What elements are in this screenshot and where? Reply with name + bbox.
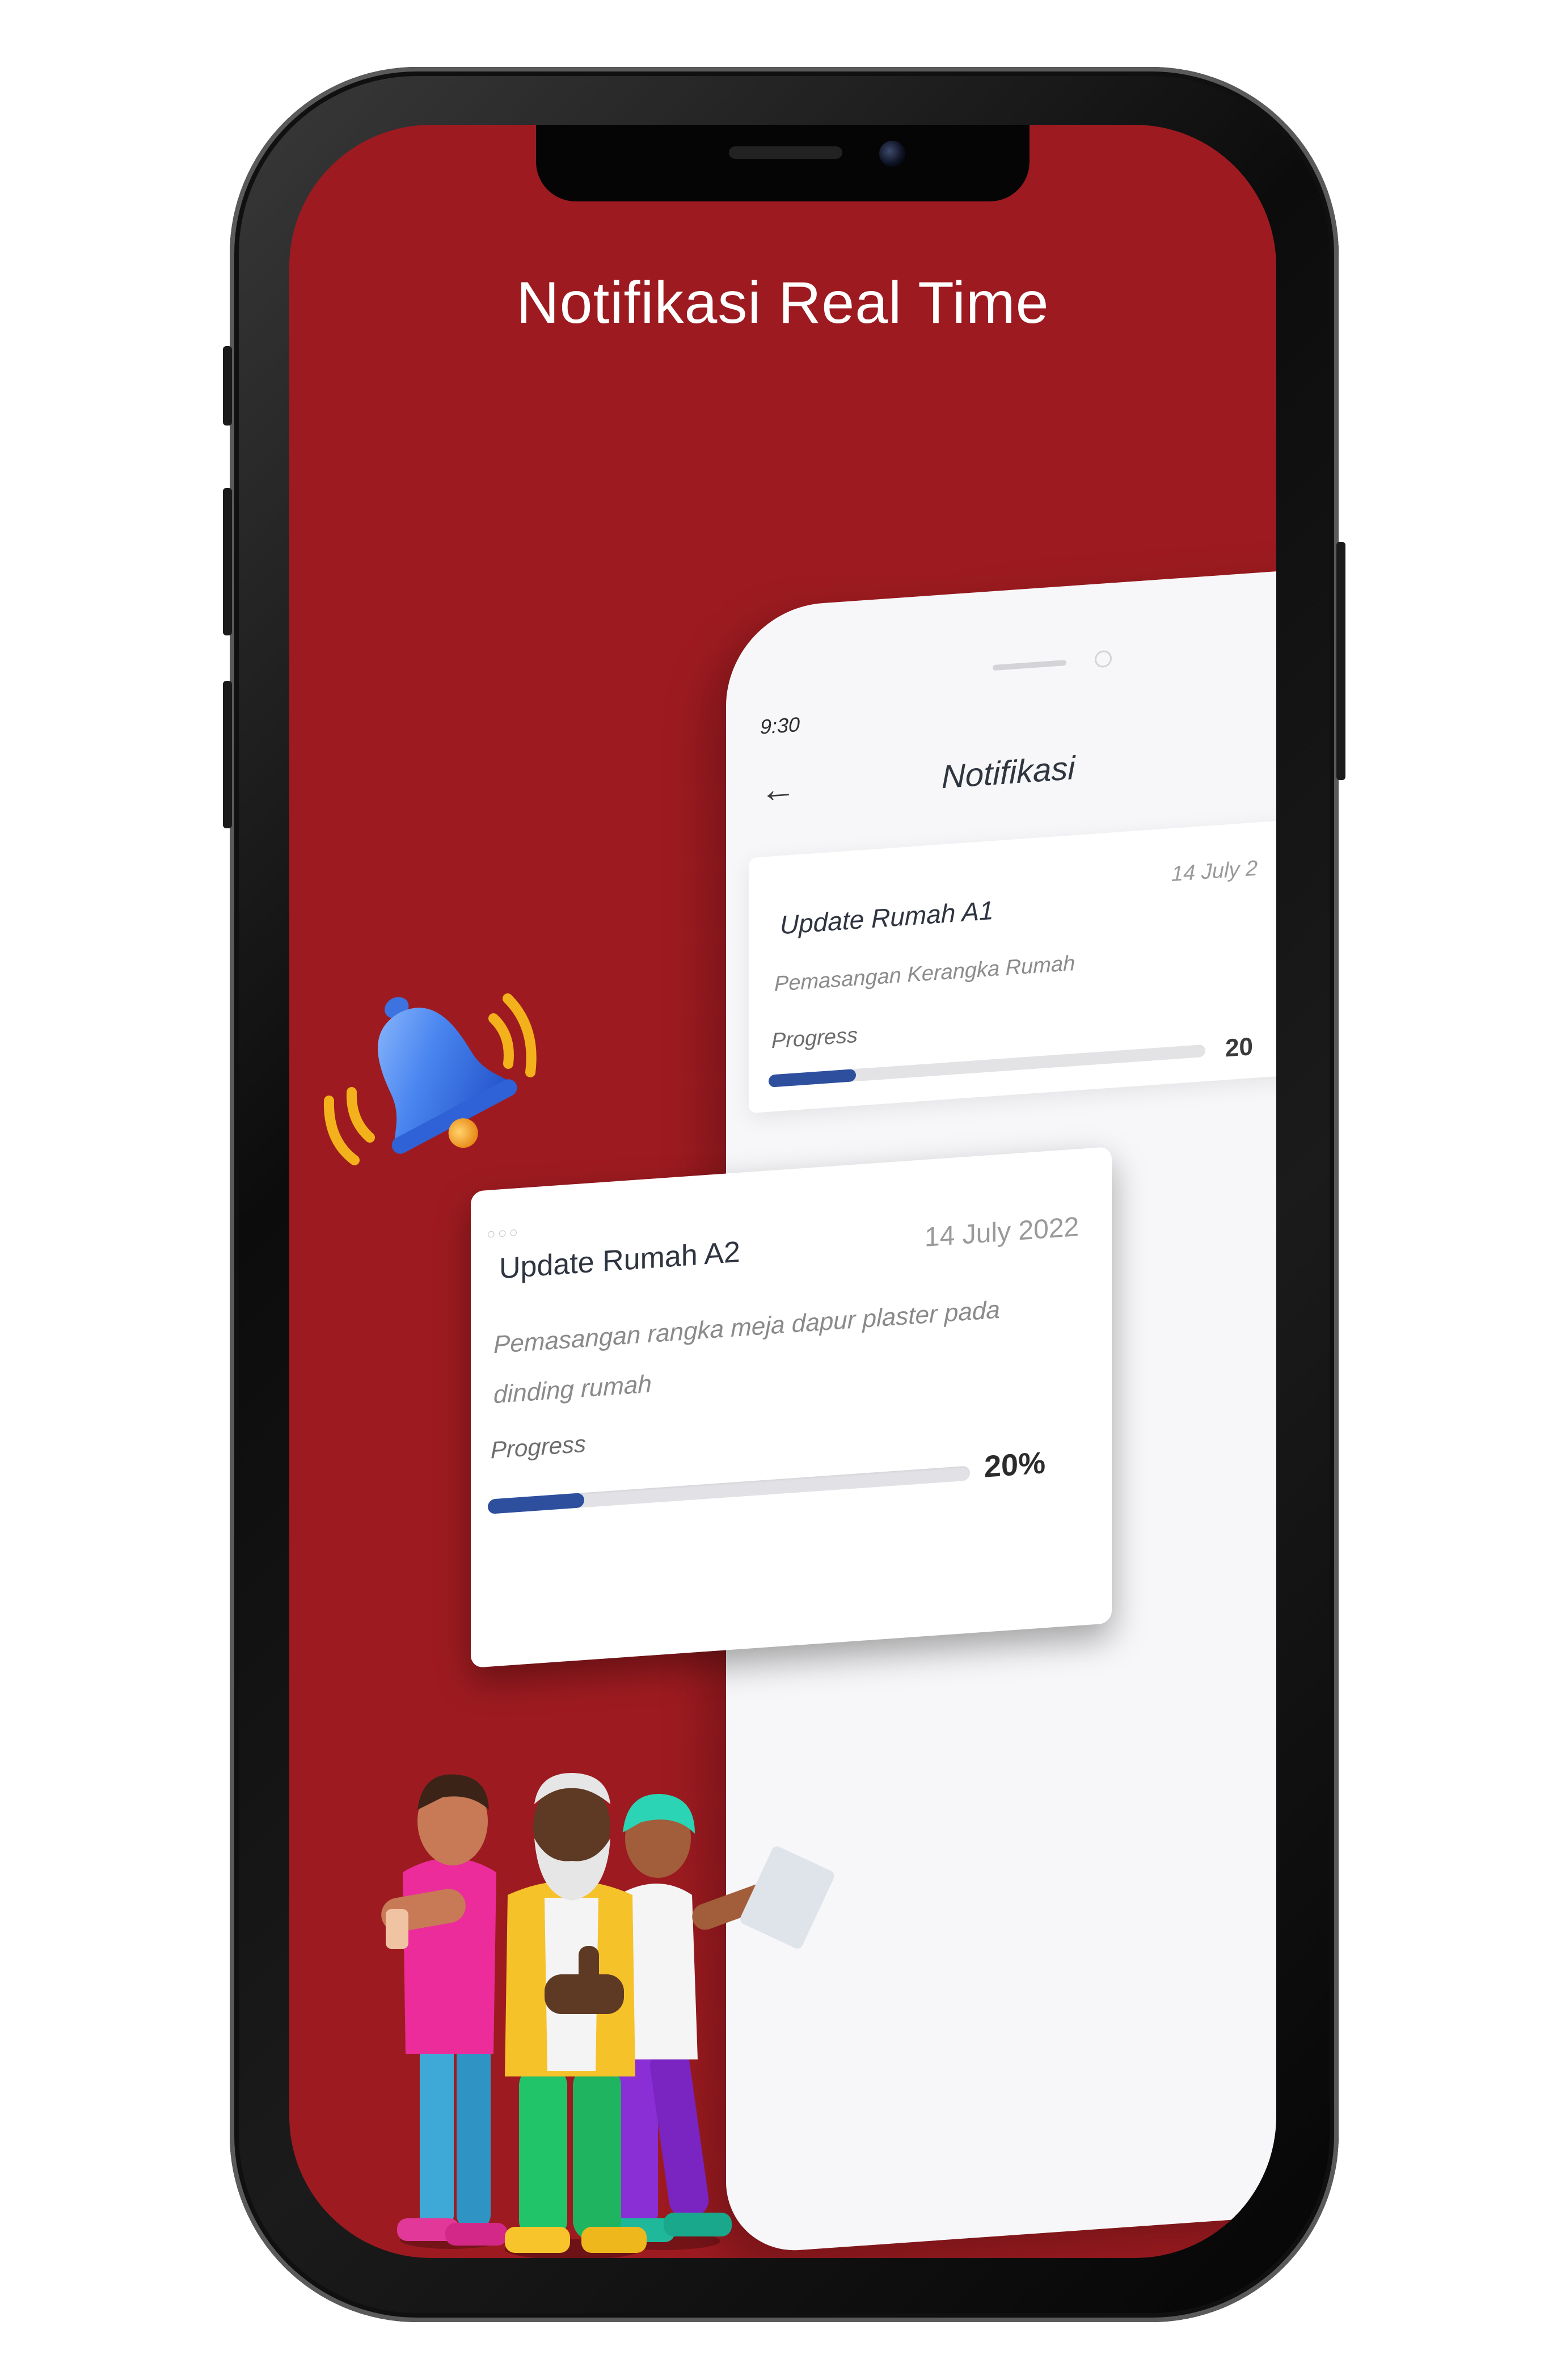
progress-label: Progress	[491, 1430, 587, 1464]
inner-camera	[1095, 650, 1112, 668]
progress-bar	[488, 1465, 970, 1514]
progress-value: 20	[1225, 1033, 1253, 1063]
phone-screen: Notifikasi Real Time 9:30 ← Notifikasi 1…	[289, 125, 1276, 2258]
progress-value: 20%	[984, 1446, 1046, 1484]
screen-title: Notifikasi	[942, 749, 1075, 796]
notification-date: 14 July 2	[1171, 856, 1258, 887]
drag-handle-icon: ○○○	[487, 1223, 521, 1243]
notch	[536, 125, 1030, 201]
notification-date: 14 July 2022	[925, 1212, 1079, 1253]
progress-fill	[769, 1068, 856, 1088]
volume-down-button	[223, 681, 232, 828]
notification-title: Update Rumah A1	[780, 895, 994, 940]
hero-title: Notifikasi Real Time	[516, 270, 1049, 336]
notification-description: Pemasangan rangka meja dapur plaster pad…	[493, 1295, 1000, 1409]
power-button	[1336, 542, 1345, 780]
arrow-left-icon[interactable]: ←	[760, 767, 796, 810]
people-illustration	[381, 1773, 834, 2258]
notification-card-popup[interactable]: ○○○ Update Rumah A2 14 July 2022 Pemasan…	[471, 1146, 1112, 1668]
person-left	[381, 1774, 508, 2249]
front-camera	[879, 141, 905, 167]
notification-description: Pemasangan Kerangka Rumah	[774, 951, 1075, 997]
inner-earpiece	[993, 660, 1066, 671]
volume-up-button	[223, 488, 232, 635]
earpiece-speaker	[729, 146, 842, 159]
notification-bell-icon	[323, 993, 537, 1165]
mute-switch	[223, 346, 232, 426]
status-time: 9:30	[760, 712, 800, 739]
notification-card[interactable]: 14 July 2 Update Rumah A1 Pemasangan Ker…	[749, 811, 1276, 1114]
progress-label: Progress	[771, 1023, 858, 1054]
progress-fill	[488, 1493, 584, 1514]
progress-bar	[769, 1044, 1205, 1088]
person-right	[607, 1793, 834, 2250]
notification-title: Update Rumah A2	[499, 1235, 740, 1286]
